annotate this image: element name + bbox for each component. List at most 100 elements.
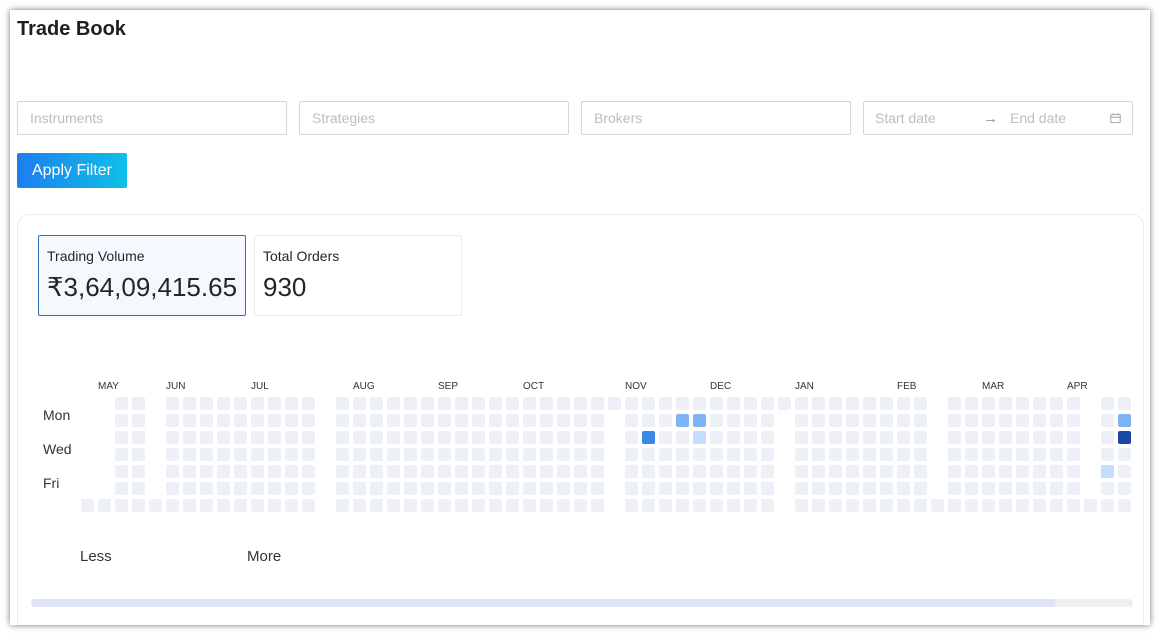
heatmap-cell[interactable] <box>812 482 825 495</box>
heatmap-cell[interactable] <box>846 431 859 444</box>
heatmap-cell[interactable] <box>370 482 383 495</box>
heatmap-cell[interactable] <box>438 448 451 461</box>
heatmap-cell[interactable] <box>404 465 417 478</box>
heatmap-cell[interactable] <box>659 397 672 410</box>
heatmap-cell[interactable] <box>914 414 927 427</box>
heatmap-cell[interactable] <box>421 448 434 461</box>
heatmap-cell[interactable] <box>370 397 383 410</box>
heatmap-cell[interactable] <box>523 465 536 478</box>
heatmap-cell[interactable] <box>659 482 672 495</box>
brokers-input[interactable] <box>582 102 850 134</box>
heatmap-cell[interactable] <box>591 482 604 495</box>
heatmap-cell[interactable] <box>370 499 383 512</box>
heatmap-cell[interactable] <box>472 482 485 495</box>
heatmap-cell[interactable] <box>693 465 706 478</box>
heatmap-cell[interactable] <box>829 414 842 427</box>
heatmap-cell[interactable] <box>1050 431 1063 444</box>
heatmap-cell[interactable] <box>370 414 383 427</box>
heatmap-cell[interactable] <box>438 465 451 478</box>
heatmap-cell[interactable] <box>982 499 995 512</box>
heatmap-cell[interactable] <box>625 465 638 478</box>
heatmap-cell[interactable] <box>863 431 876 444</box>
heatmap-cell[interactable] <box>914 482 927 495</box>
heatmap-cell[interactable] <box>642 499 655 512</box>
heatmap-cell[interactable] <box>200 414 213 427</box>
heatmap-cell[interactable] <box>336 465 349 478</box>
heatmap-cell[interactable] <box>693 482 706 495</box>
heatmap-cell[interactable] <box>217 448 230 461</box>
heatmap-cell[interactable] <box>132 431 145 444</box>
heatmap-cell[interactable] <box>200 482 213 495</box>
heatmap-cell[interactable] <box>166 448 179 461</box>
heatmap-cell[interactable] <box>166 482 179 495</box>
heatmap-cell[interactable] <box>897 499 910 512</box>
heatmap-cell[interactable] <box>999 499 1012 512</box>
heatmap-cell[interactable] <box>846 448 859 461</box>
heatmap-cell[interactable] <box>234 465 247 478</box>
heatmap-cell[interactable] <box>1016 482 1029 495</box>
heatmap-cell[interactable] <box>302 448 315 461</box>
heatmap-cell[interactable] <box>540 499 553 512</box>
heatmap-cell[interactable] <box>693 397 706 410</box>
heatmap-cell[interactable] <box>404 414 417 427</box>
date-range-picker[interactable]: → <box>863 101 1133 135</box>
heatmap-cell[interactable] <box>115 465 128 478</box>
heatmap-cell[interactable] <box>217 465 230 478</box>
heatmap-cell[interactable] <box>897 482 910 495</box>
heatmap-cell[interactable] <box>268 414 281 427</box>
heatmap-cell[interactable] <box>812 431 825 444</box>
heatmap-cell[interactable] <box>829 499 842 512</box>
heatmap-cell[interactable] <box>676 431 689 444</box>
heatmap-cell[interactable] <box>761 482 774 495</box>
heatmap-cell[interactable] <box>455 448 468 461</box>
heatmap-cell[interactable] <box>455 414 468 427</box>
heatmap-cell[interactable] <box>1050 448 1063 461</box>
heatmap-cell[interactable] <box>761 448 774 461</box>
heatmap-cell[interactable] <box>489 448 502 461</box>
heatmap-cell[interactable] <box>948 397 961 410</box>
heatmap-cell[interactable] <box>200 448 213 461</box>
heatmap-cell[interactable] <box>693 431 706 444</box>
heatmap-cell[interactable] <box>1067 465 1080 478</box>
heatmap-cell[interactable] <box>880 431 893 444</box>
heatmap-cell[interactable] <box>166 465 179 478</box>
heatmap-cell[interactable] <box>557 448 570 461</box>
heatmap-cell[interactable] <box>540 482 553 495</box>
heatmap-cell[interactable] <box>574 499 587 512</box>
heatmap-cell[interactable] <box>217 397 230 410</box>
heatmap-cell[interactable] <box>591 414 604 427</box>
heatmap-cell[interactable] <box>557 499 570 512</box>
heatmap-cell[interactable] <box>523 448 536 461</box>
heatmap-cell[interactable] <box>863 465 876 478</box>
heatmap-cell[interactable] <box>251 431 264 444</box>
heatmap-cell[interactable] <box>387 499 400 512</box>
heatmap-cell[interactable] <box>897 397 910 410</box>
heatmap-cell[interactable] <box>1067 482 1080 495</box>
heatmap-cell[interactable] <box>285 499 298 512</box>
heatmap-cell[interactable] <box>880 414 893 427</box>
heatmap-cell[interactable] <box>506 465 519 478</box>
heatmap-cell[interactable] <box>540 465 553 478</box>
strategies-select[interactable] <box>299 101 569 135</box>
heatmap-cell[interactable] <box>897 465 910 478</box>
heatmap-cell[interactable] <box>540 414 553 427</box>
heatmap-cell[interactable] <box>1118 431 1131 444</box>
heatmap-cell[interactable] <box>455 482 468 495</box>
heatmap-cell[interactable] <box>217 431 230 444</box>
heatmap-cell[interactable] <box>1101 414 1114 427</box>
heatmap-cell[interactable] <box>506 414 519 427</box>
heatmap-cell[interactable] <box>914 465 927 478</box>
heatmap-cell[interactable] <box>965 482 978 495</box>
heatmap-cell[interactable] <box>778 397 791 410</box>
heatmap-cell[interactable] <box>999 414 1012 427</box>
heatmap-cell[interactable] <box>761 414 774 427</box>
heatmap-cell[interactable] <box>1118 448 1131 461</box>
heatmap-cell[interactable] <box>863 499 876 512</box>
heatmap-cell[interactable] <box>115 397 128 410</box>
heatmap-cell[interactable] <box>438 397 451 410</box>
heatmap-cell[interactable] <box>1101 465 1114 478</box>
heatmap-cell[interactable] <box>897 431 910 444</box>
heatmap-cell[interactable] <box>234 499 247 512</box>
heatmap-cell[interactable] <box>591 465 604 478</box>
heatmap-cell[interactable] <box>914 499 927 512</box>
